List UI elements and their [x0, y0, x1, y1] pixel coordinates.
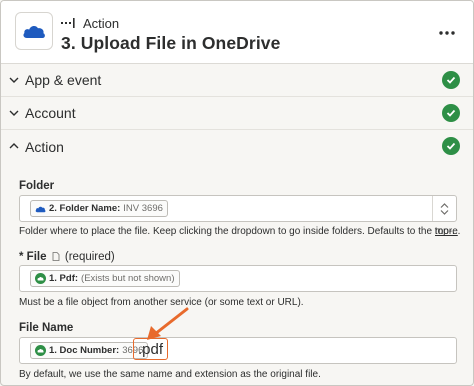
- file-label-text: File: [26, 251, 47, 263]
- step-title: 3. Upload File in OneDrive: [61, 33, 281, 53]
- check-circle-icon: [442, 104, 460, 122]
- section-label: Action: [25, 138, 64, 155]
- chevron-down-icon: [440, 209, 449, 215]
- chevron-down-icon: [9, 110, 19, 116]
- file-name-help-text: By default, we use the same name and ext…: [19, 369, 321, 380]
- chevron-up-icon: [9, 143, 19, 149]
- onedrive-cloud-icon: [35, 206, 46, 212]
- step-type: Action: [61, 15, 119, 31]
- annotation-arrow-icon: [147, 307, 189, 340]
- doc-number-pill[interactable]: 1. Doc Number: 3696: [30, 342, 149, 359]
- pill-field-value: (Exists but not shown): [81, 273, 175, 284]
- file-type-icon: [52, 252, 60, 261]
- more-horizontal-icon: [439, 31, 455, 35]
- file-name-label: File Name: [19, 322, 74, 334]
- step-header: Action 3. Upload File in OneDrive: [1, 1, 473, 64]
- check-circle-icon: [442, 71, 460, 89]
- folder-dropdown-toggle[interactable]: [432, 196, 456, 221]
- more-options-button[interactable]: [433, 23, 461, 43]
- pill-field-name: 1. Pdf:: [49, 273, 79, 284]
- required-note: (required): [64, 251, 115, 263]
- check-circle-icon: [442, 137, 460, 155]
- section-label: App & event: [25, 72, 102, 88]
- action-step-icon: [61, 18, 75, 28]
- folder-name-pill[interactable]: 2. Folder Name: INV 3696: [30, 200, 168, 217]
- folder-help-text: Folder where to place the file. Keep cli…: [19, 226, 461, 237]
- zap-step-icon: [35, 345, 46, 356]
- editor-panel: Action 3. Upload File in OneDrive App & …: [0, 0, 474, 386]
- chevron-down-icon: [9, 77, 19, 83]
- file-name-input[interactable]: 1. Doc Number: 3696 .pdf: [19, 337, 457, 364]
- onedrive-app-icon: [15, 12, 53, 50]
- folder-label: Folder: [19, 180, 55, 192]
- chevron-up-icon: [440, 202, 449, 208]
- onedrive-cloud-icon: [23, 25, 45, 38]
- pill-field-name: 2. Folder Name:: [49, 203, 121, 214]
- pill-field-value: INV 3696: [123, 203, 163, 214]
- required-asterisk: *: [19, 251, 27, 263]
- section-app-event[interactable]: App & event: [1, 64, 473, 97]
- file-input[interactable]: 1. Pdf: (Exists but not shown): [19, 265, 457, 292]
- folder-input[interactable]: 2. Folder Name: INV 3696: [19, 195, 457, 222]
- step-type-label: Action: [83, 15, 120, 31]
- folder-help-more-link[interactable]: more: [435, 226, 458, 237]
- file-label: * File (required): [19, 251, 115, 263]
- zap-step-icon: [35, 273, 46, 284]
- section-action[interactable]: Action: [1, 130, 473, 163]
- pill-field-name: 1. Doc Number:: [49, 345, 120, 356]
- file-pdf-pill[interactable]: 1. Pdf: (Exists but not shown): [30, 270, 180, 287]
- section-account[interactable]: Account: [1, 97, 473, 130]
- section-label: Account: [25, 105, 76, 121]
